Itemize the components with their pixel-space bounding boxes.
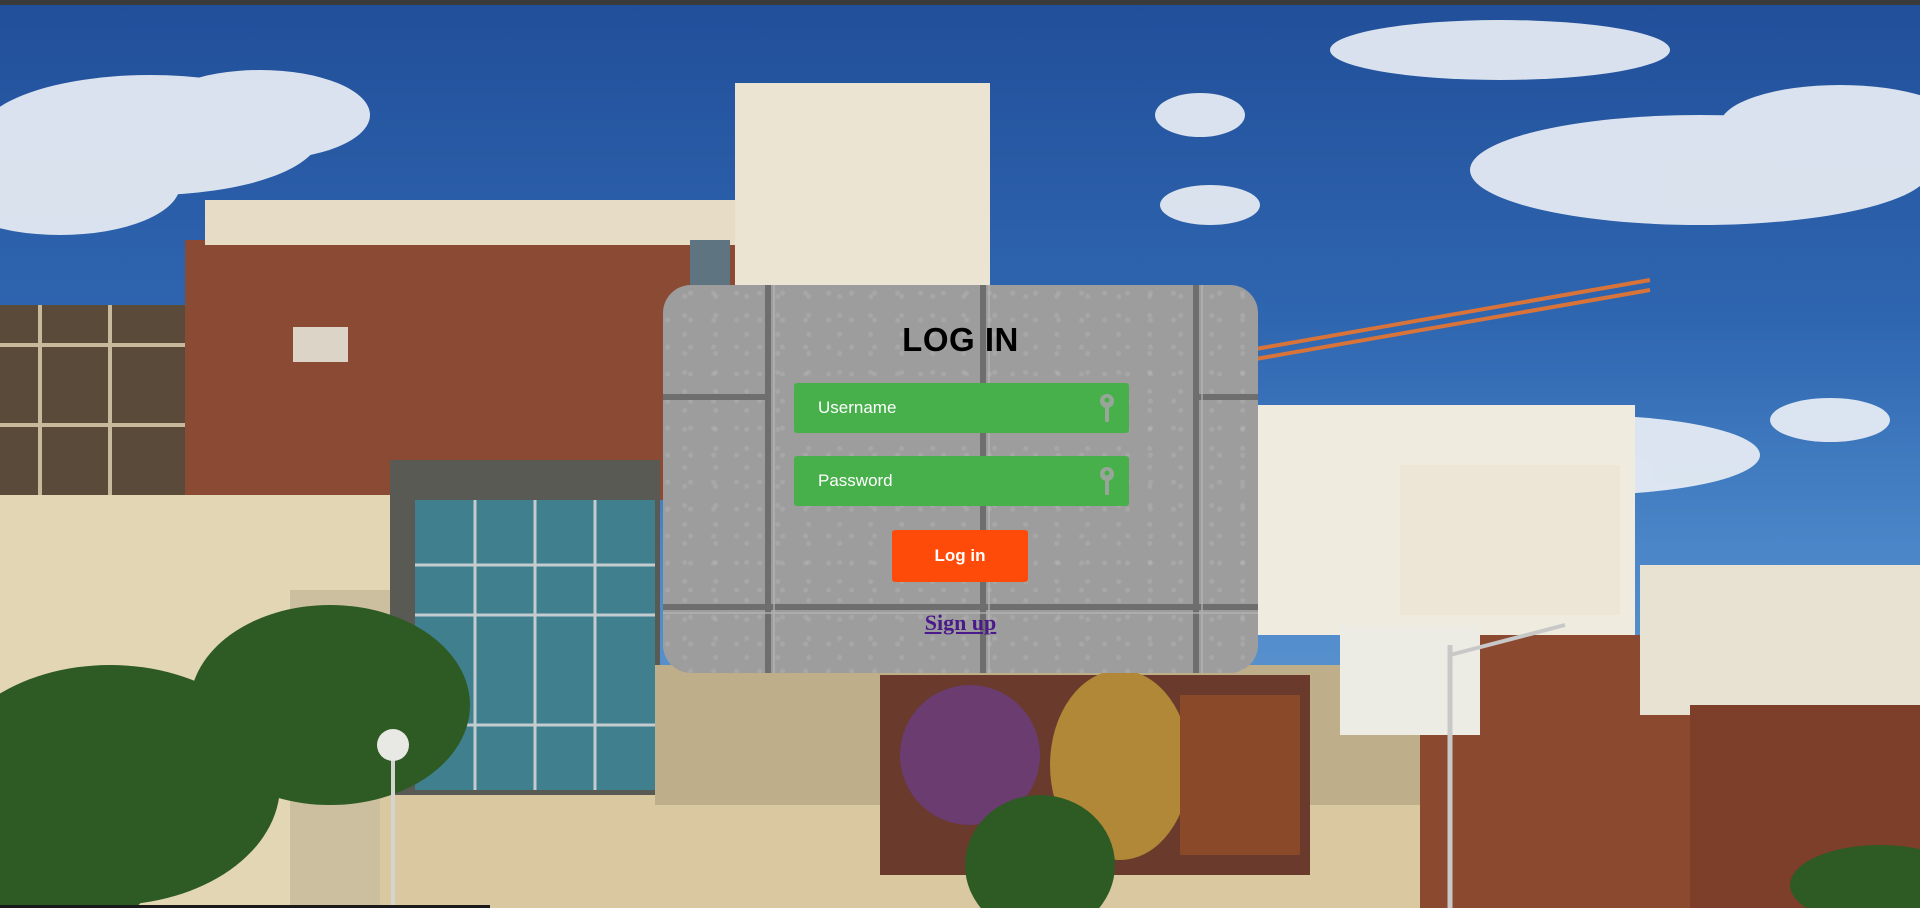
password-field[interactable]	[794, 456, 1129, 506]
username-input[interactable]	[794, 383, 1084, 433]
key-icon	[1100, 467, 1114, 495]
password-input[interactable]	[794, 456, 1084, 506]
login-button[interactable]: Log in	[892, 530, 1028, 582]
top-edge-bar	[0, 0, 1920, 5]
signup-link[interactable]: Sign up	[663, 610, 1258, 636]
login-title: LOG IN	[902, 321, 1019, 358]
login-card: LOG IN Log in Sign up	[663, 285, 1258, 673]
username-field[interactable]	[794, 383, 1129, 433]
key-icon	[1100, 394, 1114, 422]
